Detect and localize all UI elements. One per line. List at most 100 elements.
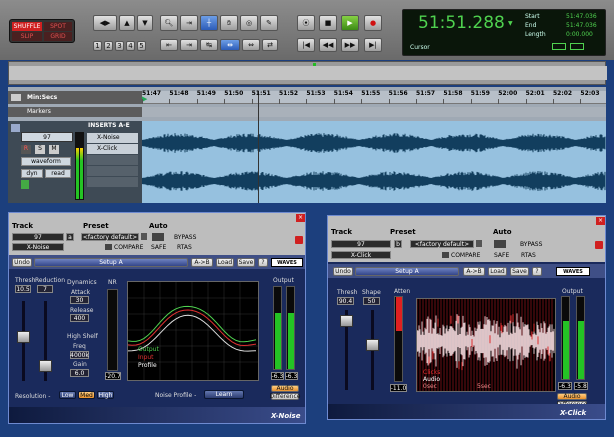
x-noise-help-button[interactable]: ? <box>258 258 268 267</box>
mirror-edit-icon[interactable]: ⇄ <box>262 39 278 51</box>
x-click-plugin-selector[interactable]: X-Click <box>331 251 391 259</box>
zoom-preset-2[interactable]: 2 <box>104 41 113 51</box>
x-click-safe-button[interactable]: SAFE <box>494 252 509 259</box>
spot-mode-button[interactable]: SPOT <box>44 22 72 31</box>
universe-viewport[interactable] <box>9 66 607 80</box>
x-noise-preset-menu-icon[interactable] <box>141 233 147 240</box>
zoom-preset-4[interactable]: 4 <box>126 41 135 51</box>
x-click-save-button[interactable]: Save <box>510 267 529 276</box>
x-noise-bypass-button[interactable]: BYPASS <box>174 234 196 241</box>
x-click-audio-toggle[interactable]: Audio <box>557 393 587 400</box>
grid-mode-button[interactable]: GRID <box>44 32 72 41</box>
grid-toggle-icon[interactable] <box>552 43 566 50</box>
zoom-out-vertical-button[interactable]: ▼ <box>137 15 153 31</box>
track-view-selector[interactable]: waveform <box>21 157 71 166</box>
zoomer-tool-icon[interactable]: 🔍︎ <box>160 15 178 31</box>
record-button[interactable]: ● <box>364 15 382 31</box>
solo-button[interactable]: S <box>35 145 45 154</box>
x-noise-gain-value[interactable]: 6.0 <box>70 369 89 377</box>
zoom-preset-1[interactable]: 1 <box>93 41 102 51</box>
x-noise-compare-button[interactable]: COMPARE <box>114 244 143 251</box>
link-track-icon[interactable]: ⇔ <box>242 39 260 51</box>
x-click-auto-icon[interactable] <box>494 240 506 248</box>
scrubber-tool-icon[interactable]: ◎ <box>240 15 258 31</box>
x-click-track-selector[interactable]: 97 <box>331 240 391 248</box>
return-to-zero-button[interactable]: |◀ <box>297 38 315 52</box>
x-click-thresh-value[interactable]: 90.4 <box>337 297 354 305</box>
automation-dyn-selector[interactable]: dyn <box>21 169 43 178</box>
markers-track[interactable] <box>142 107 606 117</box>
link-timeline-icon[interactable]: ⇹ <box>220 39 240 51</box>
x-noise-setup-button[interactable]: Setup A <box>34 258 188 267</box>
x-noise-load-button[interactable]: Load <box>216 258 234 267</box>
x-click-click-display[interactable]: Clicks Audio 0sec 5sec <box>416 298 556 392</box>
x-click-shape-value[interactable]: 50 <box>363 297 380 305</box>
nudge-toggle-icon[interactable] <box>570 43 584 50</box>
track-name[interactable]: 97 <box>21 132 73 142</box>
ruler-menu-icon[interactable] <box>11 94 21 101</box>
x-click-ab-button[interactable]: A->B <box>463 267 485 276</box>
x-noise-preset-selector[interactable]: <factory default> <box>81 233 139 241</box>
x-click-compare-icon[interactable] <box>442 252 449 258</box>
loop-button[interactable]: ▶ <box>341 15 359 31</box>
fast-forward-button[interactable]: ▶▶ <box>341 38 359 52</box>
selector-tool-icon[interactable]: ┼ <box>200 15 218 31</box>
x-noise-plugin-selector[interactable]: X-Noise <box>12 243 64 251</box>
x-noise-save-button[interactable]: Save <box>237 258 255 267</box>
x-click-preset-selector[interactable]: <factory default> <box>410 240 474 248</box>
x-noise-difference-button[interactable]: Difference <box>270 393 300 400</box>
x-noise-freq-value[interactable]: 4000k <box>70 351 89 359</box>
insert-slot-a[interactable]: X-Noise <box>87 133 138 143</box>
main-counter[interactable]: 51:51.288 <box>418 13 505 33</box>
x-noise-res-low-button[interactable]: Low <box>59 391 76 399</box>
counter-dropdown-icon[interactable]: ▼ <box>508 20 513 27</box>
trim-tool-icon[interactable]: ⇥ <box>180 15 198 31</box>
x-noise-audio-button[interactable]: Audio <box>271 385 299 392</box>
x-noise-reduction-slider-handle[interactable] <box>39 360 52 372</box>
x-click-bypass-button[interactable]: BYPASS <box>520 241 542 248</box>
go-to-end-button[interactable]: ▶| <box>364 38 382 52</box>
x-noise-safe-button[interactable]: SAFE <box>151 244 166 251</box>
zoom-preset-3[interactable]: 3 <box>115 41 124 51</box>
tab-to-transient-icon[interactable]: ↹ <box>200 39 218 51</box>
x-click-help-button[interactable]: ? <box>532 267 542 276</box>
zoom-out-horizontal-button[interactable]: ◀▶ <box>93 15 117 31</box>
x-noise-compare-icon[interactable] <box>105 244 112 250</box>
grabber-tool-icon[interactable]: ✋︎ <box>220 15 238 31</box>
x-noise-close-icon[interactable]: × <box>296 214 305 222</box>
x-click-undo-button[interactable]: Undo <box>333 267 353 276</box>
insert-slot-e[interactable] <box>87 177 138 187</box>
x-noise-reduction-value[interactable]: 7 <box>37 285 53 293</box>
x-noise-release-value[interactable]: 400 <box>70 314 89 322</box>
x-click-close-icon[interactable]: × <box>596 217 605 225</box>
record-enable-button[interactable]: R <box>21 145 31 154</box>
online-button[interactable]: ⦿ <box>297 15 315 31</box>
mute-button[interactable]: M <box>49 145 59 154</box>
zoom-preset-5[interactable]: 5 <box>137 41 146 51</box>
x-click-compare-button[interactable]: COMPARE <box>451 252 480 259</box>
rewind-button[interactable]: ◀◀ <box>319 38 337 52</box>
x-noise-attack-value[interactable]: 30 <box>70 296 89 304</box>
stop-button[interactable]: ■ <box>319 15 337 31</box>
universe-overview[interactable] <box>8 61 607 85</box>
x-click-shape-slider-handle[interactable] <box>366 339 379 351</box>
x-noise-track-suffix[interactable]: a <box>66 233 74 241</box>
x-noise-learn-button[interactable]: Learn <box>204 390 244 399</box>
x-noise-res-high-button[interactable]: High <box>97 391 114 399</box>
x-click-preset-menu-icon[interactable] <box>476 240 482 247</box>
pencil-tool-icon[interactable]: ✎ <box>260 15 278 31</box>
insert-slot-b[interactable]: X-Click <box>87 144 138 154</box>
x-noise-auto-icon[interactable] <box>152 233 164 241</box>
x-noise-ab-button[interactable]: A->B <box>191 258 213 267</box>
automation-read-selector[interactable]: read <box>45 169 71 178</box>
end-value[interactable]: 51:47.036 <box>566 22 597 29</box>
insert-slot-d[interactable] <box>87 166 138 176</box>
shift-left-icon[interactable]: ⇤ <box>160 39 178 51</box>
insert-slot-c[interactable] <box>87 155 138 165</box>
x-noise-thresh-value[interactable]: 10.5 <box>15 285 31 293</box>
x-click-setup-button[interactable]: Setup A <box>355 267 459 276</box>
audio-region[interactable] <box>142 121 606 203</box>
x-noise-res-med-button[interactable]: Med <box>78 391 95 399</box>
shuffle-mode-button[interactable]: SHUFFLE <box>12 22 42 31</box>
x-click-load-button[interactable]: Load <box>488 267 507 276</box>
